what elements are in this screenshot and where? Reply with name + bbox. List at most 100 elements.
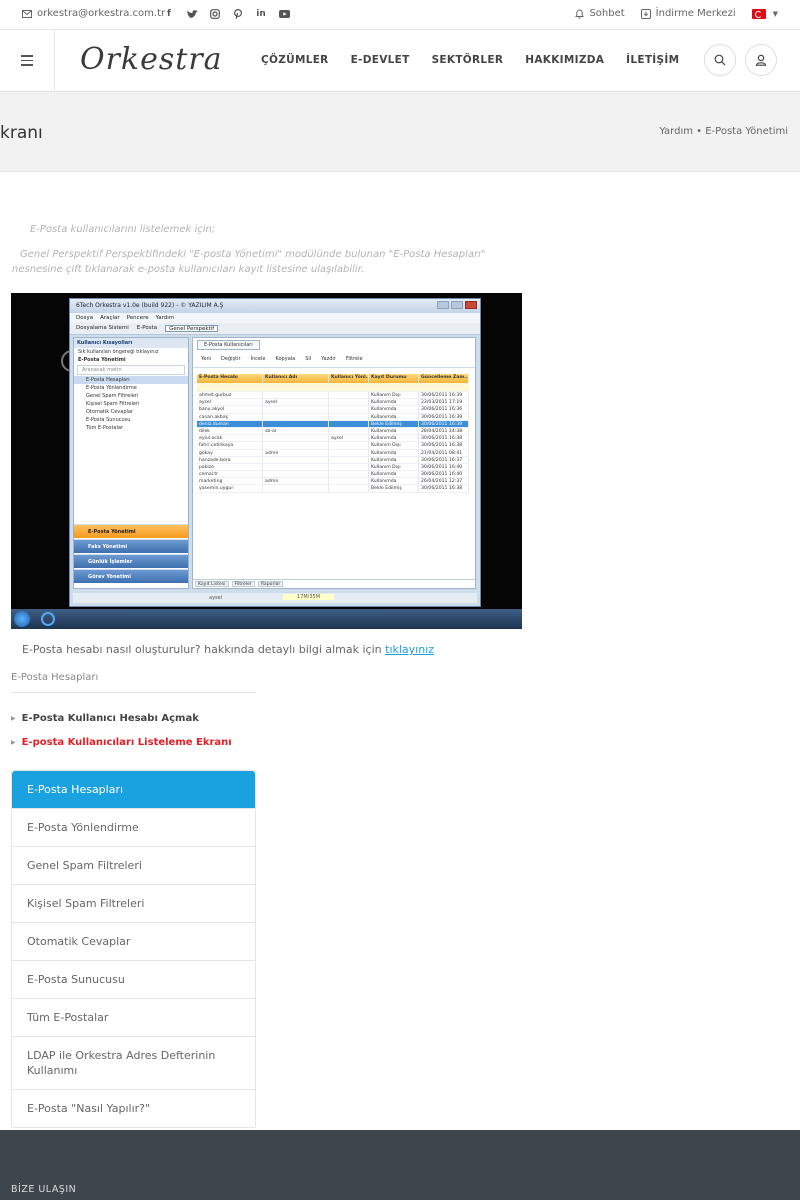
- app-grid-row: yasemin.uygur Bekle Edilmiş 30/06/2011 16:…: [197, 485, 469, 493]
- app-grid-cell: 30/06/2011 16:39: [419, 420, 469, 427]
- app-grid-cell: [329, 442, 369, 449]
- app-left-header: Kullanıcı Kısayolları: [74, 338, 188, 348]
- subsection-link-2[interactable]: ▶ E-posta Kullanıcıları Listeleme Ekranı: [11, 737, 232, 748]
- menu-item-active[interactable]: E-Posta Hesapları: [12, 771, 255, 808]
- maximize-icon: [451, 301, 463, 309]
- instagram-icon[interactable]: [208, 7, 222, 21]
- app-grid-cell: Kullanımda: [369, 478, 419, 485]
- info-line: E-Posta hesabı nasıl oluşturulur? hakkın…: [22, 643, 434, 656]
- app-bottom-tab: Filtreler: [231, 581, 255, 587]
- nav-cozumler[interactable]: ÇÖZÜMLER: [261, 54, 329, 66]
- app-grid-cell: 30/06/2011 16:36: [419, 406, 469, 413]
- app-tool: Kopyala: [275, 356, 296, 362]
- page-title-band: kranı Yardım • E-Posta Yönetimi: [0, 92, 800, 172]
- app-grid-row: dilek sb-ar Kullanımda 28/04/2011 14:38: [197, 427, 469, 436]
- nav-e-devlet[interactable]: E-DEVLET: [351, 54, 410, 66]
- hamburger-menu-icon[interactable]: [0, 30, 55, 91]
- breadcrumb[interactable]: Yardım • E-Posta Yönetimi: [659, 126, 788, 137]
- app-grid-cell: cemal.tr: [197, 471, 263, 478]
- app-grid-cell: [329, 399, 369, 406]
- nav-hakkimizda[interactable]: HAKKIMIZDA: [525, 54, 604, 66]
- site-logo[interactable]: Orkestra: [80, 42, 223, 77]
- menu-item[interactable]: E-Posta "Nasıl Yapılır?": [12, 1089, 255, 1127]
- app-grid-cell: ahmet.gurbuz: [197, 392, 263, 399]
- app-nav-button: Görev Yönetimi: [74, 569, 188, 583]
- app-window-title-text: 6Tech Orkestra v1.0e (build 922) - © YAZ…: [76, 302, 224, 309]
- app-content-tab: E-Posta Kullanıcıları: [197, 340, 260, 350]
- nav-iletisim[interactable]: İLETİŞİM: [626, 54, 679, 66]
- app-grid-cell: [263, 413, 329, 420]
- app-grid-cell: [329, 420, 369, 427]
- language-selector[interactable]: ▼: [751, 8, 778, 19]
- app-left-item: E-Posta Yönlendirme: [86, 385, 137, 391]
- app-grid-row: gokay adrnn Kullanımda 21/04/2011 08:41: [197, 449, 469, 457]
- subsection-link-1[interactable]: ▶ E-Posta Kullanıcı Hesabı Açmak: [11, 713, 199, 724]
- app-grid-cell: adrnn: [263, 449, 329, 456]
- app-grid-cell: eylul.ocak: [197, 435, 263, 442]
- app-grid-header-cell: Güncelleme Zam..: [419, 374, 469, 383]
- app-nav-button: Faks Yönetimi: [74, 539, 188, 553]
- social-links: f in: [162, 7, 291, 21]
- app-grid-cell: hanzade.bora: [197, 456, 263, 463]
- app-left-group: E-Posta Yönetimi: [78, 357, 126, 363]
- app-grid-filter-row: [197, 383, 469, 392]
- app-grid-cell: [329, 463, 369, 471]
- app-grid-row: eylul.ocak aysel Kullanımda 30/06/2011 16:3…: [197, 435, 469, 443]
- twitter-icon[interactable]: [185, 7, 199, 21]
- app-grid-cell: [329, 471, 369, 478]
- app-grid-cell: 23/03/2011 17:19: [419, 399, 469, 406]
- chat-link[interactable]: Sohbet: [575, 8, 625, 19]
- mail-icon: [22, 9, 32, 18]
- app-menu-item: Dosya: [76, 315, 94, 321]
- facebook-icon[interactable]: f: [162, 7, 176, 21]
- app-tool: İncele: [250, 356, 266, 362]
- start-orb-icon: [14, 611, 30, 627]
- app-grid-cell: fahri.cetinkaya: [197, 442, 263, 449]
- app-menu-item: Pencere: [126, 315, 149, 321]
- app-grid-cell: banu.akyol: [197, 406, 263, 413]
- app-grid-cell: [263, 435, 329, 442]
- linkedin-icon[interactable]: in: [254, 7, 268, 21]
- menu-item[interactable]: E-Posta Sunucusu: [12, 960, 255, 998]
- menu-item[interactable]: Kişisel Spam Filtreleri: [12, 884, 255, 922]
- contact-email[interactable]: orkestra@orkestra.com.tr: [22, 8, 165, 19]
- search-button[interactable]: [704, 44, 736, 76]
- user-icon: [755, 54, 767, 66]
- close-icon: [465, 301, 477, 309]
- nav-sektorler[interactable]: SEKTÖRLER: [432, 54, 504, 66]
- app-grid-cell: [329, 456, 369, 463]
- footer-contact-title: BİZE ULAŞIN: [11, 1184, 77, 1195]
- app-grid-cell: [329, 413, 369, 420]
- app-grid-cell: [263, 442, 329, 449]
- app-window: 6Tech Orkestra v1.0e (build 922) - © YAZ…: [69, 298, 481, 607]
- app-grid-row: aysel aysel Kullanımda 23/03/2011 17:19: [197, 399, 469, 407]
- menu-item[interactable]: LDAP ile Orkestra Adres Defterinin Kulla…: [12, 1036, 255, 1089]
- app-grid-cell: 30/06/2011 16:38: [419, 435, 469, 442]
- app-grid-cell: [263, 471, 329, 478]
- app-grid-cell: 26/04/2011 12:37: [419, 478, 469, 485]
- app-grid-row: cemal.tr Kullanımda 30/06/2011 16:40: [197, 471, 469, 479]
- app-grid-cell: 30/06/2011 16:38: [419, 485, 469, 492]
- user-account-button[interactable]: [745, 44, 777, 76]
- download-center-link[interactable]: İndirme Merkezi: [640, 8, 736, 19]
- pinterest-icon[interactable]: [231, 7, 245, 21]
- app-left-item: E-Posta Hesapları: [74, 376, 188, 384]
- main-nav: ÇÖZÜMLER E-DEVLET SEKTÖRLER HAKKIMIZDA İ…: [261, 54, 679, 66]
- app-left-pane: Kullanıcı Kısayolları Sık kullanılan öng…: [73, 337, 189, 589]
- app-status-user: aysel: [209, 595, 223, 601]
- app-bottom-tab: Kayıt Listesi: [195, 581, 229, 587]
- menu-item[interactable]: Tüm E-Postalar: [12, 998, 255, 1036]
- app-grid-cell: 30/06/2011 16:39: [419, 413, 469, 420]
- application-screenshot: 6Tech Orkestra v1.0e (build 922) - © YAZ…: [11, 293, 522, 629]
- menu-item[interactable]: E-Posta Yönlendirme: [12, 808, 255, 846]
- app-left-item: Tüm E-Postalar: [86, 425, 123, 431]
- os-taskbar: [11, 609, 522, 629]
- app-grid-cell: [263, 485, 329, 492]
- youtube-icon[interactable]: [277, 7, 291, 21]
- menu-item[interactable]: Genel Spam Filtreleri: [12, 846, 255, 884]
- app-toolbar-item: Dosyalama Sistemi: [76, 325, 129, 331]
- info-link[interactable]: tıklayınız: [385, 643, 434, 656]
- app-left-item: Otomatik Cevaplar: [86, 409, 133, 415]
- app-grid-header: E-Posta Hesabı Kullanıcı Adı Kullanıcı Y…: [197, 374, 469, 383]
- menu-item[interactable]: Otomatik Cevaplar: [12, 922, 255, 960]
